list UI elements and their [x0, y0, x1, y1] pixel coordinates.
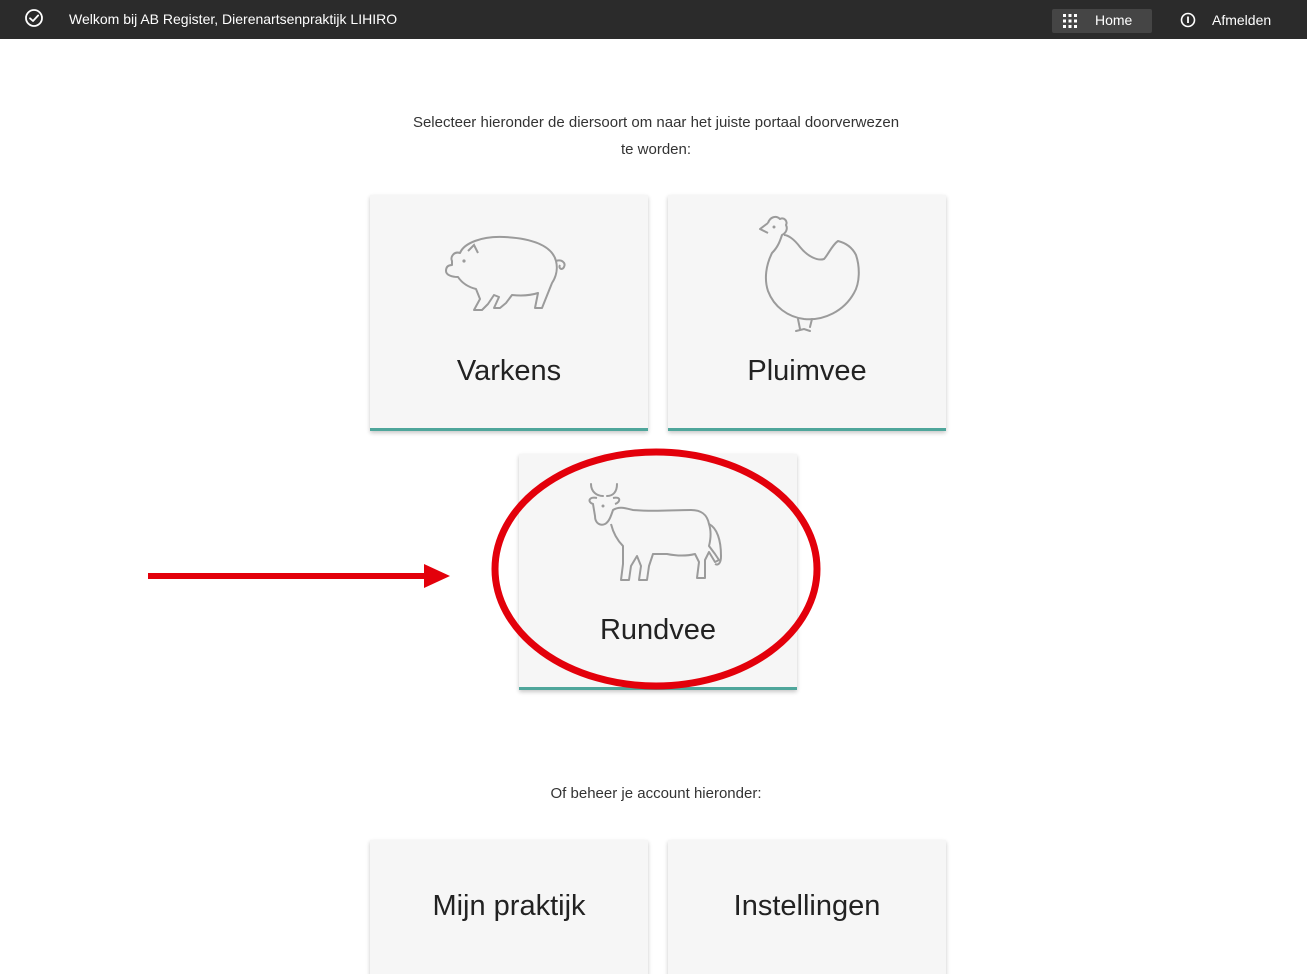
tile-varkens[interactable]: Varkens [370, 195, 648, 431]
logout-label: Afmelden [1212, 12, 1272, 28]
home-button[interactable]: Home [1052, 9, 1152, 33]
intro-line-1: Selecteer hieronder de diersoort om naar… [412, 114, 900, 131]
tile-instellingen-label: Instellingen [733, 890, 881, 922]
tile-pluimvee-label: Pluimvee [747, 355, 867, 387]
chicken-icon [759, 215, 860, 332]
tile-rundvee[interactable]: Rundvee [519, 454, 797, 690]
welcome-text: Welkom bij AB Register, Dierenartsenprak… [69, 11, 398, 27]
cow-icon [588, 483, 723, 581]
home-label: Home [1095, 12, 1133, 28]
tile-mijn-praktijk[interactable]: Mijn praktijk [370, 840, 648, 974]
info-icon [1180, 12, 1196, 28]
tile-rundvee-label: Rundvee [599, 614, 717, 646]
species-intro-text: Selecteer hieronder de diersoort om naar… [356, 109, 956, 163]
top-bar: Welkom bij AB Register, Dierenartsenprak… [0, 0, 1307, 39]
tile-instellingen[interactable]: Instellingen [668, 840, 946, 974]
intro-line-2: te worden: [620, 141, 692, 158]
check-circle-icon [25, 9, 43, 27]
tile-varkens-label: Varkens [456, 355, 562, 387]
account-intro-text: Of beheer je account hieronder: [550, 785, 762, 802]
tile-mijn-praktijk-label: Mijn praktijk [432, 890, 586, 922]
pig-icon [445, 235, 566, 311]
grid-icon [1063, 14, 1077, 28]
tile-pluimvee[interactable]: Pluimvee [668, 195, 946, 431]
red-arrow-annotation [148, 564, 450, 588]
